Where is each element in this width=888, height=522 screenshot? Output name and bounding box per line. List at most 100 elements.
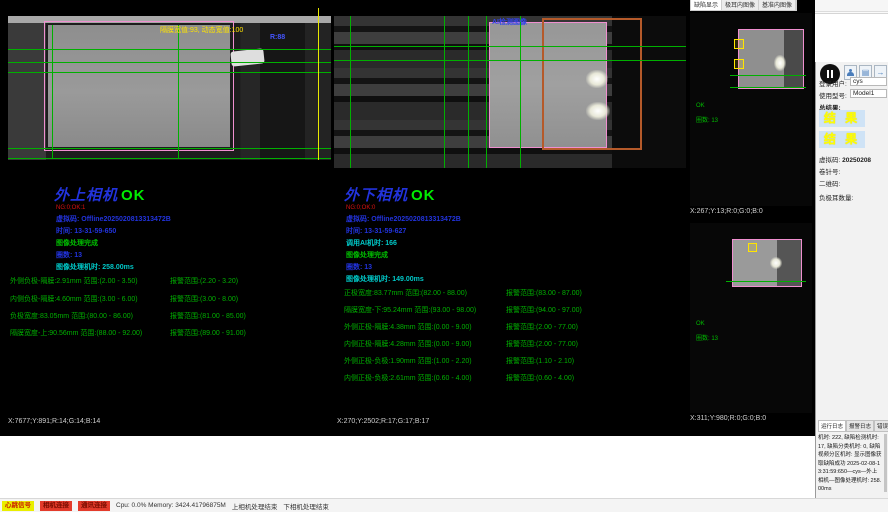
camera-result-title: 外上相机OK	[54, 184, 146, 205]
ai-time-line: 调用AI机时: 166	[346, 238, 397, 248]
measurement-text: 外侧正极-负极:1.90mm 范围:(1.00 - 2.20)	[344, 358, 472, 365]
measurement-text: 正极宽度:83.77mm 范围:(82.00 - 88.00)	[344, 290, 467, 297]
tab-run-log[interactable]: 运行日志	[818, 420, 846, 432]
defect-marker	[734, 59, 744, 69]
warning-range-text: 报警范围:(2.00 - 77.00)	[506, 339, 578, 349]
tab-defect-display[interactable]: 缺陷显示	[691, 0, 722, 10]
pixel-coords-readout: X:7677;Y:891;R:14;G:14;B:14	[8, 418, 100, 425]
barcode-line: 虚拟码: Offline2025020813313472B	[346, 214, 461, 224]
glare-spot	[774, 55, 786, 71]
time-line: 时间: 13-31-59-650	[56, 226, 116, 236]
status-bar: 心跳信号 相机连接 通讯连接 Cpu: 0.0% Memory: 3424.41…	[0, 498, 888, 512]
tab-error-log[interactable]: 错误日志	[874, 420, 888, 432]
overlay-line	[8, 148, 331, 149]
measurement-text: 内侧正极-隔膜:4.28mm 范围:(0.00 - 9.00)	[344, 341, 472, 348]
barcode-line: 虚拟码: Offline2025020813313472B	[56, 214, 171, 224]
overlay-line	[468, 16, 469, 168]
overlay-line	[318, 8, 319, 160]
measurement-text: 隔膜宽度-上:90.56mm 范围:(88.00 - 92.00)	[10, 330, 142, 337]
pause-icon	[827, 70, 829, 78]
log-text: 机时: 222, 缺陷检测机时: 17, 缺陷分类机时: 0, 缺陷视频分区机时…	[818, 434, 882, 494]
process-done-line: 图像处理完成	[346, 250, 388, 260]
virtual-code-row: 虚拟码: 20250208	[819, 154, 871, 164]
process-time-line: 图像处理机时: 149.00ms	[346, 274, 424, 284]
tab-tab-inner-image[interactable]: 极耳内图像	[722, 0, 759, 10]
log-scrollbar[interactable]	[884, 434, 887, 492]
measurement-text: 内侧负极-隔膜:4.60mm 范围:(3.00 - 6.00)	[10, 296, 138, 303]
result-box-2: 结 果	[819, 131, 865, 148]
overlay-line	[178, 25, 179, 158]
preview-view-2[interactable]: OK 圈数: 13	[690, 223, 812, 413]
pixel-coords-readout: X:311;Y:980;R:0;G:0;B:0	[690, 415, 766, 422]
tab-baseline-inner-image[interactable]: 基准内图像	[759, 0, 796, 10]
r-value-label: R:88	[270, 34, 285, 41]
warning-range-text: 报警范围:(81.00 - 85.00)	[170, 311, 246, 321]
defect-marker	[748, 243, 757, 252]
process-done-line: 图像处理完成	[56, 238, 98, 248]
camera-image	[8, 23, 46, 160]
glare-spot	[770, 257, 782, 269]
measurement-text: 隔膜宽度-下:95.24mm 范围:(93.00 - 98.00)	[344, 307, 476, 314]
ng-ok-counter: NG:0;OK:0	[346, 205, 375, 211]
warning-range-text: 报警范围:(89.00 - 91.00)	[170, 328, 246, 338]
warning-range-text: 报警范围:(3.00 - 8.00)	[170, 294, 238, 304]
negative-tab-count-label: 负极耳数量:	[819, 192, 853, 202]
measurement-text: 负极宽度:83.05mm 范围:(80.00 - 86.00)	[10, 313, 133, 320]
overlay-line	[486, 16, 487, 168]
overlay-line	[730, 87, 806, 88]
app-window: CYS-视觉检测系统 系统配置 相机配置 通讯配置 IO卡配置▾ 光源控制配置▾…	[0, 0, 888, 522]
overlay-line	[8, 72, 331, 73]
camera-view-lower[interactable]: AI检测图像 外下相机OK NG:0;OK:0 虚拟码: Offline2025…	[334, 8, 686, 432]
process-time-line: 图像处理机时: 258.00ms	[56, 262, 134, 272]
upper-camera-status: 上相机处理结束	[232, 501, 278, 511]
model-field[interactable]: Model1	[850, 89, 887, 98]
preview-image	[732, 239, 802, 287]
status-ok-label: OK	[411, 187, 436, 204]
sidebar: ▤ → 登录用户: cys 使用型号: Model1 总结果: 结 果 结 果 …	[815, 62, 888, 498]
user-icon	[847, 69, 854, 76]
overlay-line	[334, 46, 686, 47]
status-ok-label: OK	[121, 187, 146, 204]
pause-icon	[831, 70, 833, 78]
login-user-field[interactable]: cys	[850, 77, 887, 86]
measurement-text: 外侧负极-隔膜:2.91mm 范围:(2.00 - 3.50)	[10, 278, 138, 285]
preview-image	[738, 29, 804, 89]
overlay-line	[8, 49, 331, 50]
ai-detect-label: AI检测图像	[492, 17, 527, 27]
model-label: 使用型号:	[819, 90, 847, 100]
login-user-label: 登录用户:	[819, 78, 847, 88]
overlay-line	[350, 16, 351, 168]
preview-status-line: OK	[696, 321, 705, 327]
overlay-line	[520, 16, 521, 168]
needle-number-label: 卷针号:	[819, 166, 840, 176]
warning-range-text: 报警范围:(94.00 - 97.00)	[506, 305, 582, 315]
pixel-coords-readout: X:270;Y:2502;R:17;G:17;B:17	[337, 418, 429, 425]
warning-range-text: 报警范围:(2.00 - 77.00)	[506, 322, 578, 332]
preview-status-line: OK	[696, 103, 705, 109]
preview-view-1[interactable]: OK 圈数: 13	[690, 13, 812, 206]
measurement-text: 内侧正极-负极:2.61mm 范围:(0.60 - 4.00)	[344, 375, 472, 382]
overlay-line	[52, 25, 53, 158]
turn-count-line: 圈数: 13	[346, 262, 372, 272]
overlay-line	[8, 158, 331, 159]
preview-status-line: 圈数: 13	[696, 333, 718, 342]
turn-count-line: 圈数: 13	[56, 250, 82, 260]
camera-view-upper[interactable]: 隔膜宽值:93, 动态宽值:100 R:88 外上相机OK NG:0;OK:1 …	[8, 8, 331, 432]
log-tab-strip: 运行日志 报警日志 错误日志	[818, 420, 888, 432]
cell-block-image	[48, 25, 230, 147]
overlay-line	[8, 62, 331, 63]
overlay-line	[334, 60, 686, 61]
warning-range-text: 报警范围:(2.20 - 3.20)	[170, 276, 238, 286]
preview-tab-strip: 缺陷显示 极耳内图像 基准内图像	[690, 0, 797, 11]
list-icon: ▤	[862, 68, 870, 77]
tab-alarm-log[interactable]: 报警日志	[846, 420, 874, 432]
camera-result-title: 外下相机OK	[344, 184, 436, 205]
time-line: 时间: 13-31-59-627	[346, 226, 406, 236]
overlay-line	[444, 16, 445, 168]
glare-spot	[586, 102, 610, 120]
overlay-line	[726, 281, 806, 282]
main-area: 隔膜宽值:93, 动态宽值:100 R:88 外上相机OK NG:0;OK:1 …	[0, 0, 815, 436]
camera-name: 外下相机	[344, 187, 408, 204]
camera-name: 外上相机	[54, 187, 118, 204]
width-overlay-label: 隔膜宽值:93, 动态宽值:100	[160, 25, 243, 35]
